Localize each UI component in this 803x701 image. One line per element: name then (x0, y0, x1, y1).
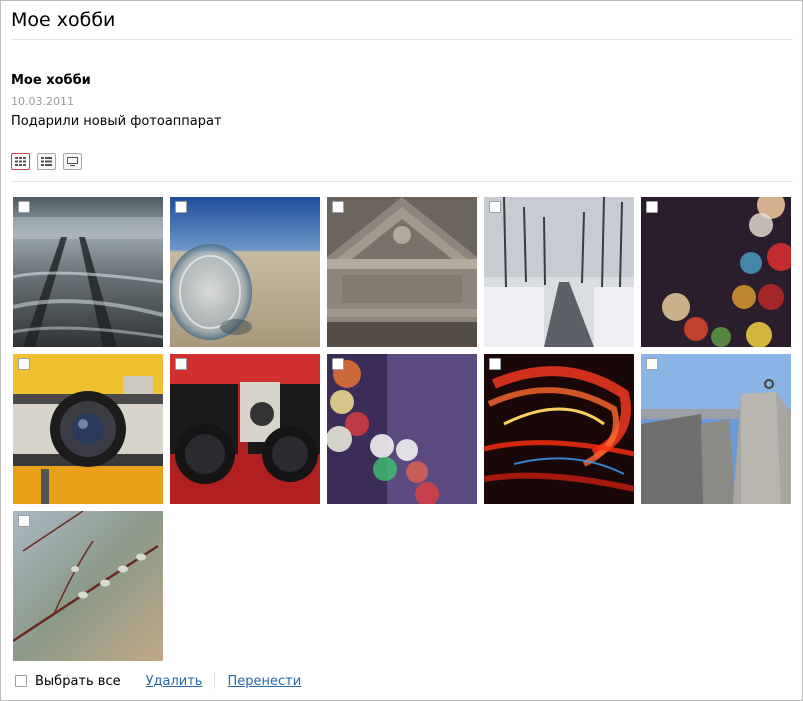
photo-vintage-camera (13, 354, 163, 504)
photo-thumbnail[interactable] (13, 511, 163, 661)
page-title: Мое хобби (11, 9, 116, 31)
photo-glass-jar (170, 197, 320, 347)
photo-thumbnail[interactable] (327, 354, 477, 504)
photo-select-checkbox[interactable] (175, 358, 187, 370)
photo-concrete-pier (641, 354, 791, 504)
photo-thumbnail[interactable] (327, 197, 477, 347)
photo-thumbnail[interactable] (641, 354, 791, 504)
views-divider (11, 181, 793, 182)
single-view-icon (67, 157, 78, 166)
actions-separator (214, 673, 216, 689)
photo-thumbnail[interactable] (13, 197, 163, 347)
photo-wet-rails (13, 197, 163, 347)
delete-link[interactable]: Удалить (146, 674, 203, 689)
photo-stone-pediment (327, 197, 477, 347)
title-divider (11, 39, 793, 40)
photo-select-checkbox[interactable] (489, 201, 501, 213)
photo-bokeh-purple (327, 354, 477, 504)
photo-select-checkbox[interactable] (18, 358, 30, 370)
photo-thumbnail[interactable] (170, 354, 320, 504)
photo-willow-branch (13, 511, 163, 661)
grid-large-icon (15, 157, 26, 166)
select-all-checkbox[interactable] (15, 675, 27, 687)
photo-select-checkbox[interactable] (646, 358, 658, 370)
photo-snowy-park (484, 197, 634, 347)
view-single-button[interactable] (63, 153, 82, 170)
photo-select-checkbox[interactable] (646, 201, 658, 213)
photo-light-trails (484, 354, 634, 504)
photo-thumbnail[interactable] (13, 354, 163, 504)
photo-thumbnail[interactable] (484, 354, 634, 504)
grid-list-icon (41, 157, 52, 166)
view-grid-list-button[interactable] (37, 153, 56, 170)
album-description: Подарили новый фотоаппарат (11, 114, 222, 129)
photo-select-checkbox[interactable] (175, 201, 187, 213)
photo-select-checkbox[interactable] (332, 358, 344, 370)
photo-bokeh-lights (641, 197, 791, 347)
action-bar: Выбрать все Удалить Перенести (15, 672, 301, 690)
photo-select-checkbox[interactable] (489, 358, 501, 370)
photo-thumbnail[interactable] (170, 197, 320, 347)
photo-thumbnail[interactable] (484, 197, 634, 347)
photo-select-checkbox[interactable] (18, 201, 30, 213)
select-all-label[interactable]: Выбрать все (35, 674, 121, 689)
photo-select-checkbox[interactable] (18, 515, 30, 527)
view-mode-switcher (11, 153, 82, 170)
album-title: Мое хобби (11, 73, 91, 88)
photo-select-checkbox[interactable] (332, 201, 344, 213)
view-grid-large-button[interactable] (11, 153, 30, 170)
photo-canon-cameras (170, 354, 320, 504)
move-link[interactable]: Перенести (227, 674, 301, 689)
photo-thumbnail[interactable] (641, 197, 791, 347)
album-date: 10.03.2011 (11, 95, 74, 108)
